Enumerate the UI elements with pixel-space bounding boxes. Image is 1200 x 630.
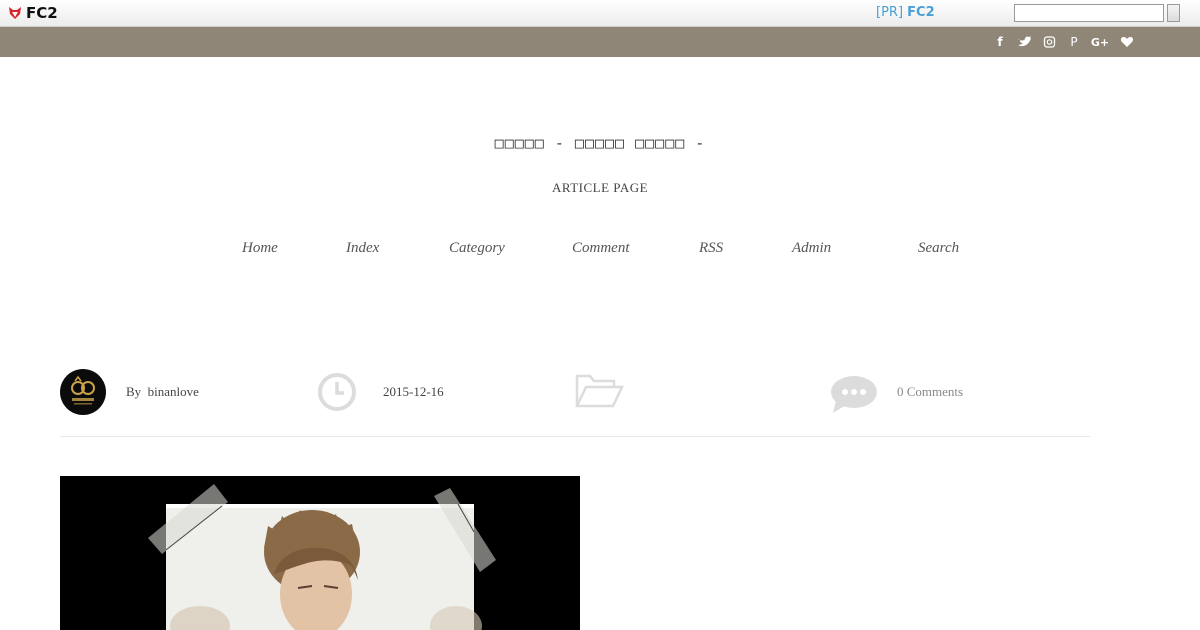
pr-prefix: [PR] (876, 5, 904, 20)
social-links: f P G+ (988, 27, 1140, 57)
author-byline: By binanlove (126, 384, 199, 400)
svg-text:f: f (997, 35, 1003, 49)
nav-admin[interactable]: Admin (792, 240, 831, 257)
svg-text:P: P (1070, 35, 1077, 49)
site-title[interactable]: □□□□□ - □□□□□ □□□□□ - (0, 134, 1200, 152)
fc2-search-input[interactable] (1014, 4, 1164, 22)
nav-search[interactable]: Search (918, 240, 959, 257)
main-nav: Home Index Category Comment RSS Admin Se… (0, 240, 1200, 260)
facebook-icon[interactable]: f (988, 27, 1012, 57)
svg-text:G+: G+ (1091, 36, 1109, 49)
heart-icon[interactable] (1114, 27, 1140, 57)
fc2-fox-icon (9, 7, 21, 19)
folder-icon[interactable] (574, 372, 624, 410)
by-label: By (126, 384, 142, 399)
twitter-icon[interactable] (1012, 27, 1037, 57)
fc2-search-button[interactable] (1167, 4, 1180, 22)
fc2-logo-text: FC2 (26, 4, 58, 22)
article-image (60, 476, 580, 630)
page-subtitle: ARTICLE PAGE (551, 180, 649, 195)
nav-rss[interactable]: RSS (699, 240, 723, 257)
avatar-logo-icon (71, 375, 95, 405)
comment-bubble-icon[interactable] (830, 373, 878, 415)
nav-category[interactable]: Category (449, 240, 505, 257)
comment-count-link[interactable]: 0 Comments (897, 384, 963, 400)
author-name[interactable]: binanlove (148, 384, 199, 399)
social-bar: f P G+ (0, 27, 1200, 57)
google-plus-icon[interactable]: G+ (1086, 27, 1114, 57)
article-meta: By binanlove 2015-12-16 0 Comments (60, 368, 1090, 437)
pr-link[interactable]: [PR] FC2 (876, 5, 935, 20)
photo-illustration (60, 476, 580, 630)
nav-comment[interactable]: Comment (572, 240, 630, 257)
post-date: 2015-12-16 (383, 384, 444, 399)
clock-icon (318, 373, 356, 411)
author-avatar[interactable] (60, 369, 106, 415)
instagram-icon[interactable] (1037, 27, 1062, 57)
pinterest-icon[interactable]: P (1062, 27, 1086, 57)
pr-fc2-link[interactable]: FC2 (907, 5, 934, 20)
fc2-toolbar: FC2 [PR] FC2 (0, 0, 1200, 27)
nav-home[interactable]: Home (242, 240, 278, 257)
nav-index[interactable]: Index (346, 240, 379, 257)
fc2-logo[interactable]: FC2 (7, 4, 58, 22)
